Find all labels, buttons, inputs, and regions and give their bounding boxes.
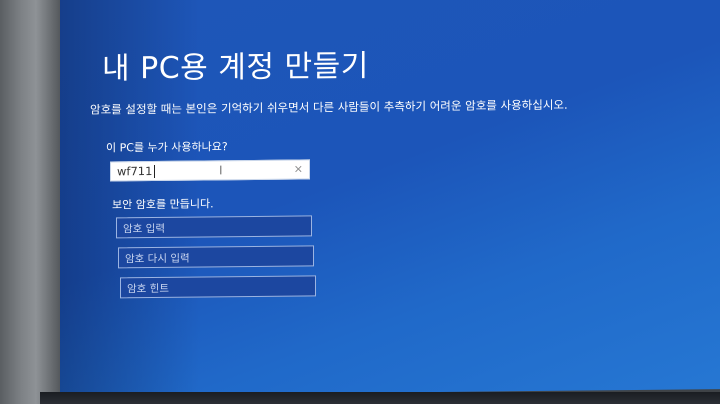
page-title: 내 PC용 계정 만들기 xyxy=(102,48,369,87)
page-description: 암호를 설정할 때는 본인은 기억하기 쉬우면서 다른 사람들이 추측하기 어려… xyxy=(90,97,568,117)
monitor-bezel-left xyxy=(0,0,60,404)
text-cursor-icon: I xyxy=(219,163,223,178)
password-heading: 보안 암호를 만듭니다. xyxy=(112,197,214,212)
password-confirm-input[interactable]: 암호 다시 입력 xyxy=(118,245,314,269)
password-input[interactable]: 암호 입력 xyxy=(116,215,312,239)
password-confirm-placeholder: 암호 다시 입력 xyxy=(125,252,190,266)
password-hint-input[interactable]: 암호 힌트 xyxy=(120,275,316,299)
password-hint-placeholder: 암호 힌트 xyxy=(127,282,169,296)
username-input[interactable]: wf711 I × xyxy=(110,159,310,182)
close-icon[interactable]: × xyxy=(294,162,303,175)
password-placeholder: 암호 입력 xyxy=(123,222,165,236)
monitor-bezel-bottom xyxy=(40,392,720,404)
text-caret xyxy=(154,165,155,179)
setup-screen: 내 PC용 계정 만들기 암호를 설정할 때는 본인은 기억하기 쉬우면서 다른… xyxy=(60,0,720,396)
username-value: wf711 xyxy=(117,164,153,179)
user-question-label: 이 PC를 누가 사용하나요? xyxy=(106,140,228,155)
